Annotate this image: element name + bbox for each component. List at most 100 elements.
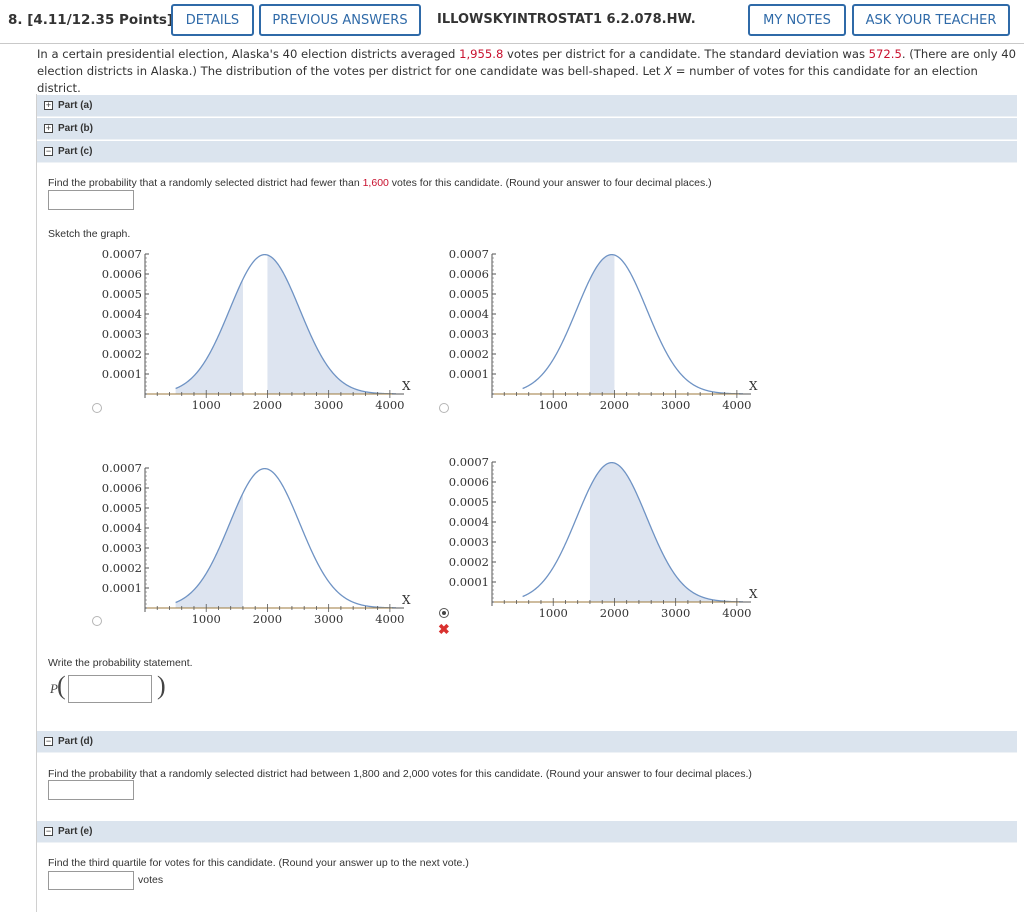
collapse-icon: − — [44, 736, 53, 746]
shaded-region-1 — [589, 462, 743, 602]
graph-option-4-radio[interactable] — [439, 608, 449, 618]
y-tick-label: 0.0003 — [449, 535, 489, 549]
y-tick-label: 0.0003 — [449, 327, 489, 341]
x-tick-label: 1000 — [539, 606, 568, 620]
y-tick-label: 0.0001 — [449, 575, 489, 589]
x-tick-label: 1000 — [192, 398, 221, 412]
y-tick-label: 0.0002 — [102, 347, 142, 361]
y-tick-label: 0.0002 — [449, 555, 489, 569]
y-tick-label: 0.0006 — [102, 481, 142, 495]
variable-x: X — [664, 64, 673, 78]
mean-value: 1,955.8 — [459, 47, 504, 61]
x-tick-label: 1000 — [539, 398, 568, 412]
x-tick-label: 4000 — [722, 606, 751, 620]
y-tick-label: 0.0003 — [102, 541, 142, 555]
expand-icon: + — [44, 100, 53, 110]
previous-answers-button[interactable]: PREVIOUS ANSWERS — [259, 4, 421, 36]
y-tick-label: 0.0007 — [449, 247, 489, 261]
graph-option-2-radio[interactable] — [439, 403, 449, 413]
collapse-icon: − — [44, 146, 53, 156]
x-tick-label: 3000 — [661, 606, 690, 620]
probability-statement-label: Write the probability statement. — [48, 657, 193, 669]
part-e-header[interactable]: − Part (e) — [37, 821, 1017, 843]
part-b-label: Part (b) — [58, 123, 93, 134]
x-tick-label: 3000 — [661, 398, 690, 412]
y-tick-label: 0.0005 — [102, 287, 142, 301]
incorrect-x-icon: ✖ — [438, 621, 450, 637]
content-border — [36, 94, 37, 912]
normal-curve — [522, 253, 743, 395]
ask-your-teacher-button[interactable]: ASK YOUR TEACHER — [852, 4, 1010, 36]
y-tick-label: 0.0006 — [102, 267, 142, 281]
y-tick-label: 0.0001 — [102, 581, 142, 595]
x-tick-label: 3000 — [314, 612, 343, 626]
part-c-threshold: 1,600 — [362, 177, 389, 189]
shaded-region-2 — [267, 255, 396, 394]
y-tick-label: 0.0003 — [102, 327, 142, 341]
part-a-header[interactable]: + Part (a) — [37, 95, 1017, 117]
part-a-label: Part (a) — [58, 100, 93, 111]
y-tick-label: 0.0004 — [449, 307, 489, 321]
part-d-answer-input[interactable] — [48, 780, 134, 800]
graph-option-4: 0.0001 0.0002 0.0003 0.0004 0.0005 0.0006 0.00… — [449, 455, 758, 620]
graph-option-1: 0.0001 0.0002 0.0003 0.0004 0.0005 0.0006 0.00… — [102, 247, 411, 412]
sd-value: 572.5 — [868, 47, 902, 61]
x-axis-label: X — [749, 379, 758, 393]
question-text: In a certain presidential election, Alas… — [37, 46, 1017, 97]
shaded-region-1 — [175, 279, 243, 394]
part-e-prompt: Find the third quartile for votes for th… — [48, 857, 469, 869]
my-notes-button[interactable]: MY NOTES — [748, 4, 846, 36]
x-axis-label: X — [402, 593, 411, 607]
x-tick-label: 2000 — [253, 398, 282, 412]
expand-icon: + — [44, 123, 53, 133]
shaded-region-1 — [589, 254, 615, 394]
question-number: 8. [4.11/12.35 Points] — [8, 12, 174, 28]
y-tick-label: 0.0006 — [449, 267, 489, 281]
probability-statement-input[interactable] — [68, 675, 152, 703]
y-tick-label: 0.0006 — [449, 475, 489, 489]
y-tick-label: 0.0002 — [449, 347, 489, 361]
graph-option-1-radio[interactable] — [92, 403, 102, 413]
y-tick-label: 0.0007 — [449, 455, 489, 469]
part-e-label: Part (e) — [58, 826, 93, 837]
y-tick-label: 0.0007 — [102, 461, 142, 475]
y-tick-label: 0.0004 — [102, 521, 142, 535]
part-e-answer-input[interactable] — [48, 871, 134, 890]
part-d-prompt: Find the probability that a randomly sel… — [48, 768, 752, 780]
y-tick-label: 0.0001 — [102, 367, 142, 381]
part-b-header[interactable]: + Part (b) — [37, 118, 1017, 140]
x-axis-label: X — [402, 379, 411, 393]
y-tick-label: 0.0005 — [449, 287, 489, 301]
part-d-label: Part (d) — [58, 736, 93, 747]
y-tick-label: 0.0005 — [449, 495, 489, 509]
x-axis-label: X — [749, 587, 758, 601]
y-tick-label: 0.0004 — [449, 515, 489, 529]
x-tick-label: 2000 — [600, 606, 629, 620]
close-paren: ) — [157, 671, 166, 700]
sketch-label: Sketch the graph. — [48, 228, 131, 240]
part-d-header[interactable]: − Part (d) — [37, 731, 1017, 753]
part-c-header[interactable]: − Part (c) — [37, 141, 1017, 163]
details-button[interactable]: DETAILS — [171, 4, 254, 36]
votes-unit-label: votes — [138, 874, 164, 886]
collapse-icon: − — [44, 826, 53, 836]
question-header: 8. [4.11/12.35 Points] DETAILS PREVIOUS … — [0, 0, 1024, 44]
question-text-1: In a certain presidential election, Alas… — [37, 47, 460, 61]
x-tick-label: 4000 — [375, 398, 404, 412]
x-tick-label: 2000 — [600, 398, 629, 412]
y-tick-label: 0.0004 — [102, 307, 142, 321]
x-tick-label: 1000 — [192, 612, 221, 626]
part-c-answer-input[interactable] — [48, 190, 134, 210]
graph-option-3: 0.0001 0.0002 0.0003 0.0004 0.0005 0.0006 0.00… — [102, 461, 411, 626]
part-c-label: Part (c) — [58, 146, 93, 157]
shaded-region-1 — [175, 493, 243, 608]
graph-option-3-radio[interactable] — [92, 616, 102, 626]
x-tick-label: 3000 — [314, 398, 343, 412]
y-tick-label: 0.0002 — [102, 561, 142, 575]
y-tick-label: 0.0007 — [102, 247, 142, 261]
graph-option-2: 0.0001 0.0002 0.0003 0.0004 0.0005 0.0006 0.00… — [449, 247, 758, 412]
x-tick-label: 4000 — [375, 612, 404, 626]
assignment-code: ILLOWSKYINTROSTAT1 6.2.078.HW. — [437, 12, 696, 27]
y-tick-label: 0.0001 — [449, 367, 489, 381]
question-text-2: votes per district for a candidate. The … — [503, 47, 869, 61]
